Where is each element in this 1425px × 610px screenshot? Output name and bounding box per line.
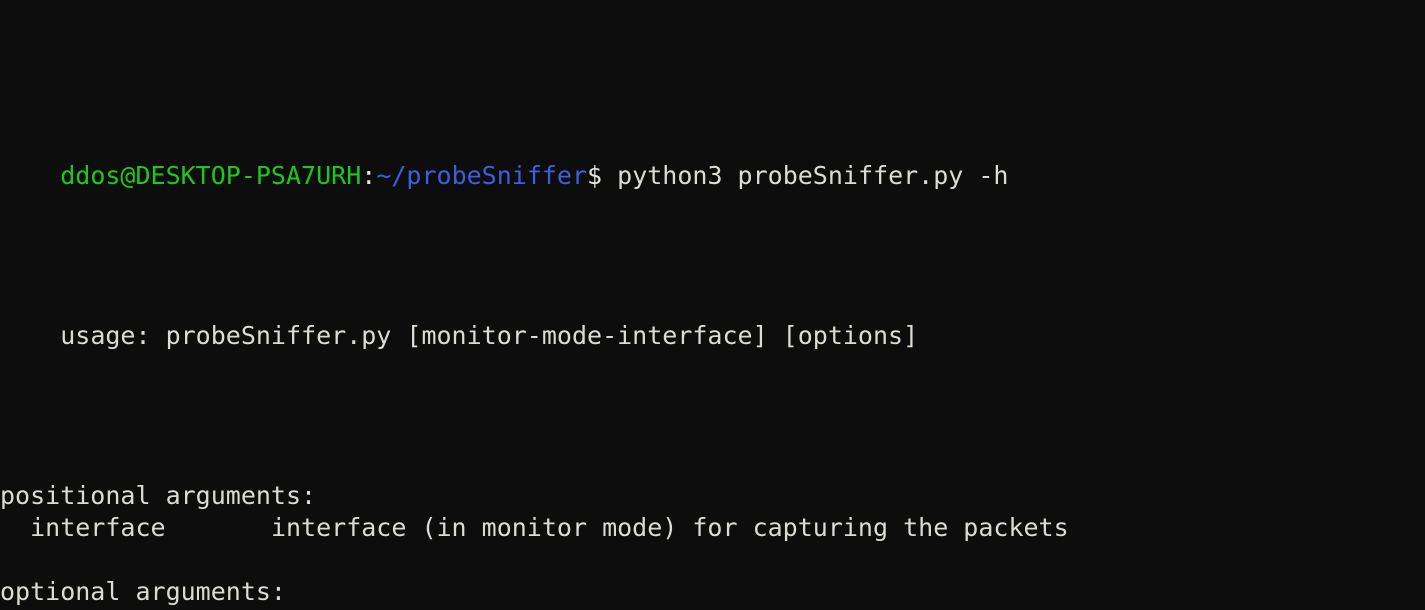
option-flag: interface (0, 513, 166, 542)
section-heading-label: positional arguments: (0, 481, 317, 510)
section-heading-label: optional arguments: (0, 577, 286, 606)
prompt-user-host: ddos@DESKTOP-PSA7URH (60, 161, 362, 190)
help-output: positional arguments: interface interfac… (0, 448, 1425, 610)
command-text: python3 probeSniffer.py -h (602, 161, 1009, 190)
option-row: interface interface (in monitor mode) fo… (0, 512, 1425, 544)
terminal-window[interactable]: ddos@DESKTOP-PSA7URH:~/probeSniffer$ pyt… (0, 0, 1425, 610)
usage-text: usage: probeSniffer.py [monitor-mode-int… (60, 321, 919, 350)
prompt-separator: : (361, 161, 377, 190)
prompt-line-command: ddos@DESKTOP-PSA7URH:~/probeSniffer$ pyt… (0, 128, 1425, 190)
option-description: interface (in monitor mode) for capturin… (270, 513, 1069, 542)
column-gap (166, 513, 271, 542)
section-heading: positional arguments: (0, 480, 1425, 512)
prompt-sigil: $ (587, 161, 603, 190)
section-heading: optional arguments: (0, 576, 1425, 608)
prompt-path: ~/probeSniffer (376, 161, 588, 190)
usage-line: usage: probeSniffer.py [monitor-mode-int… (0, 288, 1425, 350)
